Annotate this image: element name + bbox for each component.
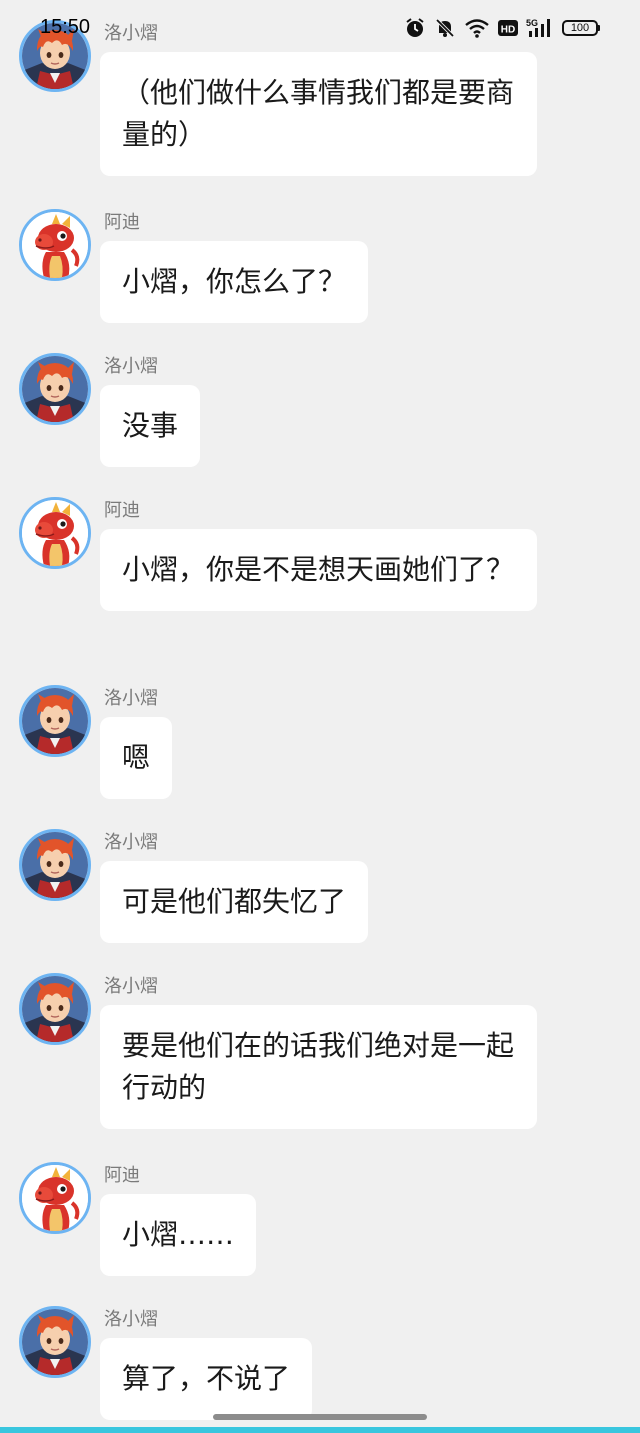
muted-bell-icon: [434, 17, 456, 39]
message-bubble[interactable]: 嗯: [100, 717, 173, 799]
message-bubble[interactable]: 没事: [100, 385, 201, 467]
luo-xiaoyi-avatar[interactable]: [19, 829, 91, 901]
message-bubble[interactable]: 可是他们都失忆了: [100, 861, 369, 943]
sender-name: 阿迪: [104, 500, 140, 521]
luo-xiaoyi-avatar[interactable]: [19, 1306, 91, 1378]
sender-name: 洛小熠: [104, 356, 158, 377]
home-indicator[interactable]: [213, 1414, 427, 1420]
wifi-icon: [464, 17, 490, 39]
status-icons: HD 5G 100: [404, 16, 600, 40]
alarm-icon: [404, 17, 426, 39]
battery-level: 100: [562, 20, 598, 36]
adi-dragon-avatar[interactable]: [19, 1162, 91, 1234]
message-bubble[interactable]: 要是他们在的话我们绝对是一起行动的: [100, 1005, 537, 1129]
luo-xiaoyi-avatar[interactable]: [19, 685, 91, 757]
luo-xiaoyi-avatar[interactable]: [19, 353, 91, 425]
luo-xiaoyi-avatar[interactable]: [19, 973, 91, 1045]
message-bubble[interactable]: （他们做什么事情我们都是要商量的）: [100, 52, 537, 176]
sender-name: 阿迪: [104, 212, 140, 233]
sender-name: 洛小熠: [104, 832, 158, 853]
cellular-signal-icon: 5G: [526, 17, 554, 39]
status-time: 15:50: [40, 16, 91, 38]
adi-dragon-avatar[interactable]: [19, 209, 91, 281]
message-bubble[interactable]: 小熠……: [100, 1194, 257, 1276]
hd-label: HD: [501, 25, 515, 36]
status-bar: 15:50 HD 5G 100: [0, 0, 640, 52]
adi-dragon-avatar[interactable]: [19, 497, 91, 569]
sender-name: 阿迪: [104, 1165, 140, 1186]
sender-name: 洛小熠: [104, 1309, 158, 1330]
bottom-accent-strip: [0, 1427, 640, 1433]
message-bubble[interactable]: 小熠，你怎么了？: [100, 241, 369, 323]
message-bubble[interactable]: 小熠，你是不是想天画她们了？: [100, 529, 537, 611]
message-bubble[interactable]: 算了，不说了: [100, 1338, 313, 1420]
hd-badge: HD: [498, 19, 518, 37]
sender-name: 洛小熠: [104, 976, 158, 997]
battery-icon: 100: [562, 20, 600, 36]
network-generation-label: 5G: [526, 18, 538, 28]
sender-name: 洛小熠: [104, 688, 158, 709]
